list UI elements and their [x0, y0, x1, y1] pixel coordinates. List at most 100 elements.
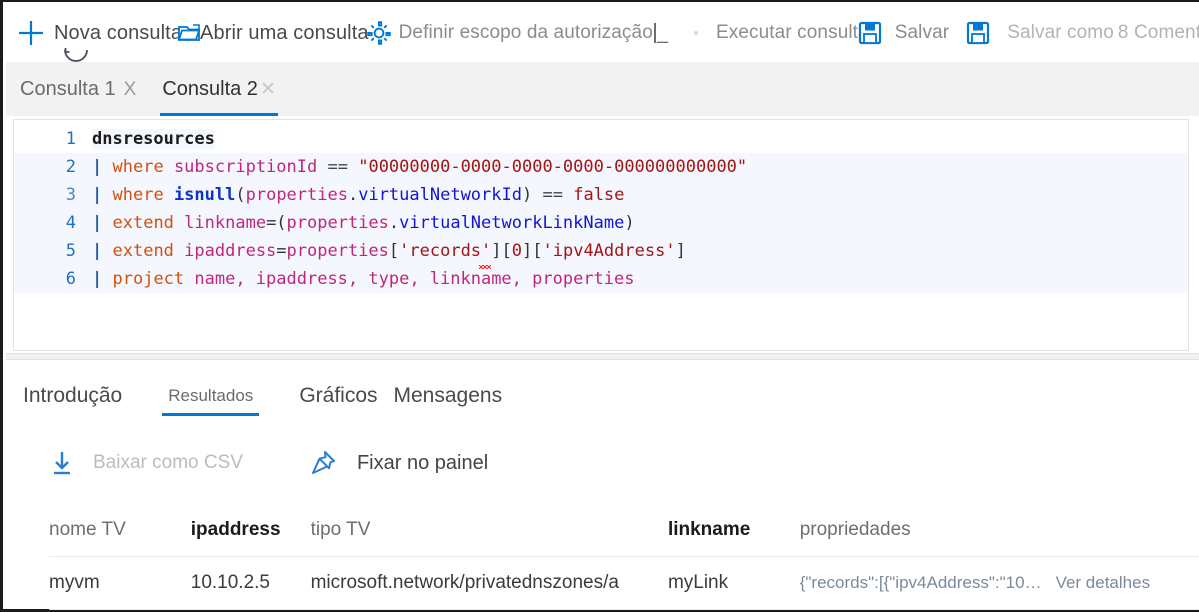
results-action-row: Baixar como CSV Fixar no painel — [49, 442, 488, 484]
cell-ipaddress: 10.10.2.5 — [190, 572, 271, 593]
column-header-ipaddress[interactable]: ipaddress — [191, 519, 311, 541]
cell-nome: myvm — [49, 572, 100, 593]
code-token-pipe: | — [92, 213, 103, 233]
save-as-button[interactable]: Salvar como — [1007, 4, 1114, 62]
run-query-label: Executar consulta — [716, 22, 869, 43]
save-as-label: Salvar como — [1007, 22, 1114, 43]
editor-results-splitter[interactable] — [6, 353, 1199, 360]
code-token-keyword: extend — [112, 241, 174, 261]
code-token-bracket: ] — [675, 241, 686, 261]
tab-mensagens[interactable]: Mensagens — [392, 384, 505, 418]
code-token-pipe: | — [92, 157, 103, 177]
code-token-function: isnull — [173, 185, 236, 205]
table-header-row: nome TV ipaddress tipo TV linkname propr… — [49, 504, 1199, 557]
command-bar: Nova consulta Abrir uma consulta Definir… — [6, 4, 1199, 62]
code-token-identifier: subscriptionId — [173, 157, 318, 177]
code-line: 2 | where subscriptionId == "00000000-00… — [14, 153, 1188, 181]
code-token-string: 'ipv4Address' — [542, 241, 676, 261]
column-header-tipo[interactable]: tipo TV — [311, 519, 668, 541]
line-number: 3 — [65, 185, 76, 205]
code-token-operator: = — [276, 241, 287, 261]
plus-icon — [14, 16, 48, 50]
code-token-paren: ) — [624, 213, 635, 233]
query-tab-consulta-1[interactable]: Consulta 1 X — [14, 62, 142, 116]
run-query-button[interactable]: Executar consulta — [716, 4, 883, 62]
set-auth-scope-button[interactable]: Definir escopo da autorização _ — [365, 4, 716, 62]
query-tab-label: Consulta 1 — [20, 77, 116, 100]
code-token-operator: == — [327, 157, 348, 177]
query-editor[interactable]: 1 dnsresources 2 | where subscriptionId … — [13, 119, 1189, 351]
code-token-keyword: project — [112, 269, 185, 289]
code-token-dot: . — [347, 185, 359, 205]
save-button[interactable]: Salvar — [895, 4, 949, 62]
pin-to-dashboard-button[interactable]: Fixar no painel — [309, 448, 488, 478]
tab-introducao[interactable]: Introdução — [21, 384, 124, 418]
pin-icon — [309, 448, 339, 478]
code-token-keyword: where — [112, 157, 164, 177]
view-details-link[interactable]: Ver detalhes — [1056, 573, 1151, 593]
set-auth-scope-label: Definir escopo da autorização — [398, 22, 653, 43]
code-token-property: virtualNetworkLinkName — [399, 213, 625, 233]
line-number: 1 — [65, 129, 76, 149]
code-token-identifier: properties — [245, 185, 348, 205]
code-token-bracket: [ — [388, 241, 400, 261]
code-token-identifier: linkname — [184, 213, 267, 233]
code-token-dot: . — [388, 213, 400, 233]
folder-open-icon — [176, 21, 202, 45]
new-query-button[interactable]: Nova consulta — [14, 4, 182, 62]
code-token-pipe: | — [92, 185, 103, 205]
code-token-pipe: | — [92, 241, 103, 261]
close-icon[interactable]: X — [124, 80, 137, 99]
separator-dot — [694, 31, 698, 35]
query-tab-label: Consulta 2 — [162, 77, 258, 100]
set-auth-scope-trailing: _ — [656, 21, 668, 44]
open-query-label: Abrir uma consulta — [200, 21, 369, 44]
open-query-button[interactable]: Abrir uma consulta — [176, 4, 369, 62]
column-header-propriedades[interactable]: propriedades — [800, 519, 1199, 541]
cell-tipo: microsoft.network/privatednszones/a — [310, 572, 619, 593]
table-row[interactable]: myvm 10.10.2.5 microsoft.network/private… — [49, 557, 1199, 610]
code-token-identifier: properties — [286, 241, 389, 261]
column-header-nome[interactable]: nome TV — [49, 519, 191, 541]
code-token-keyword: where — [112, 185, 164, 205]
code-token-pipe: | — [92, 269, 103, 289]
new-query-label: Nova consulta — [54, 21, 183, 44]
spellcheck-squiggle — [14, 350, 1188, 351]
spellcheck-squiggle — [479, 265, 492, 269]
code-token-property: virtualNetworkId — [358, 185, 522, 205]
code-token-paren: ) — [521, 185, 533, 205]
azure-resource-graph-explorer: Nova consulta Abrir uma consulta Definir… — [0, 0, 1199, 612]
column-header-linkname[interactable]: linkname — [668, 519, 800, 541]
code-token-paren: ( — [235, 185, 246, 205]
code-line: 1 dnsresources — [14, 125, 1188, 153]
text-caret — [653, 23, 656, 43]
download-arrow-icon — [49, 449, 75, 477]
tab-graficos[interactable]: Gráficos — [297, 384, 379, 418]
query-tab-consulta-2[interactable]: Consulta 2 ✕ — [156, 62, 282, 116]
code-token-operator: == — [542, 185, 563, 205]
code-token-keyword: extend — [112, 213, 174, 233]
comments-button[interactable]: 8 Comentários — [1118, 4, 1199, 62]
line-number: 5 — [65, 241, 76, 261]
code-token-string: "00000000-0000-0000-0000-000000000000" — [358, 157, 748, 177]
code-line: 6 | project name, ipaddress, type, linkn… — [14, 265, 1188, 293]
line-number: 6 — [65, 269, 76, 289]
code-line: 4 | extend linkname=(properties.virtualN… — [14, 209, 1188, 237]
code-token-string: 'records' — [399, 241, 492, 261]
code-token-columns: name, ipaddress, type, linkname, propert… — [184, 269, 635, 289]
query-tab-strip: Consulta 1 X Consulta 2 ✕ — [6, 62, 1199, 116]
code-line: 3 | where isnull(properties.virtualNetwo… — [14, 181, 1188, 209]
query-editor-content[interactable]: 1 dnsresources 2 | where subscriptionId … — [14, 120, 1188, 293]
save-label: Salvar — [894, 22, 950, 43]
save-icon-button[interactable] — [965, 4, 991, 62]
code-token-value: false — [573, 185, 625, 205]
gear-icon — [365, 19, 393, 47]
download-csv-label: Baixar como CSV — [93, 452, 243, 473]
code-token-identifier: properties — [286, 213, 389, 233]
results-table: nome TV ipaddress tipo TV linkname propr… — [49, 504, 1199, 610]
tab-resultados[interactable]: Resultados — [162, 386, 260, 418]
download-csv-button[interactable]: Baixar como CSV — [49, 449, 243, 477]
code-line: 5 | extend ipaddress=properties['records… — [14, 237, 1188, 269]
close-icon[interactable]: ✕ — [260, 80, 276, 99]
code-token-bracket: ][ — [522, 241, 543, 261]
